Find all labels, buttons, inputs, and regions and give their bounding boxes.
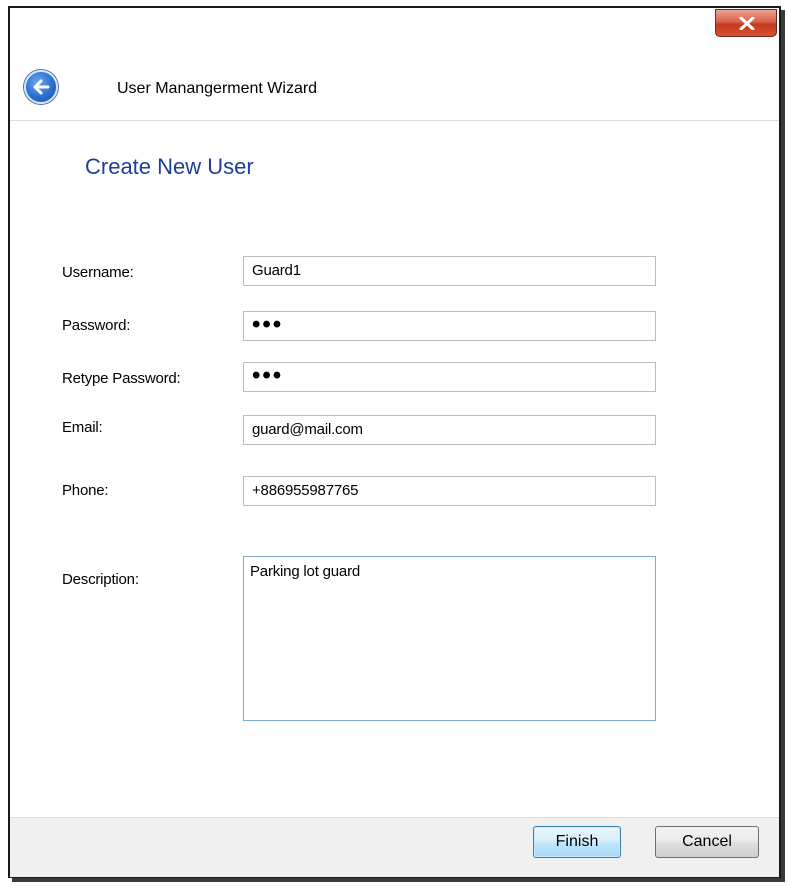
header-divider xyxy=(10,120,779,121)
close-button[interactable] xyxy=(715,9,777,37)
password-label: Password: xyxy=(62,317,131,334)
cancel-button[interactable]: Cancel xyxy=(655,826,759,858)
email-input[interactable]: guard@mail.com xyxy=(243,415,656,445)
description-textarea[interactable]: Parking lot guard xyxy=(243,556,656,721)
retype-password-input[interactable]: ••• xyxy=(243,362,656,392)
back-button[interactable] xyxy=(24,70,58,104)
back-arrow-icon xyxy=(33,79,50,95)
window-shadow-right xyxy=(781,10,785,880)
wizard-window: User Manangerment Wizard Create New User… xyxy=(8,6,781,878)
description-label: Description: xyxy=(62,571,139,588)
email-label: Email: xyxy=(62,419,103,436)
password-input[interactable]: ••• xyxy=(243,311,656,341)
phone-input[interactable]: +886955987765 xyxy=(243,476,656,506)
window-title: User Manangerment Wizard xyxy=(117,80,318,97)
page-title: Create New User xyxy=(85,154,254,179)
username-input[interactable]: Guard1 xyxy=(243,256,656,286)
phone-label: Phone: xyxy=(62,482,109,499)
finish-button[interactable]: Finish xyxy=(533,826,621,858)
retype-password-label: Retype Password: xyxy=(62,370,181,387)
close-icon xyxy=(739,17,755,30)
username-label: Username: xyxy=(62,264,134,281)
window-shadow-bottom xyxy=(12,878,785,882)
